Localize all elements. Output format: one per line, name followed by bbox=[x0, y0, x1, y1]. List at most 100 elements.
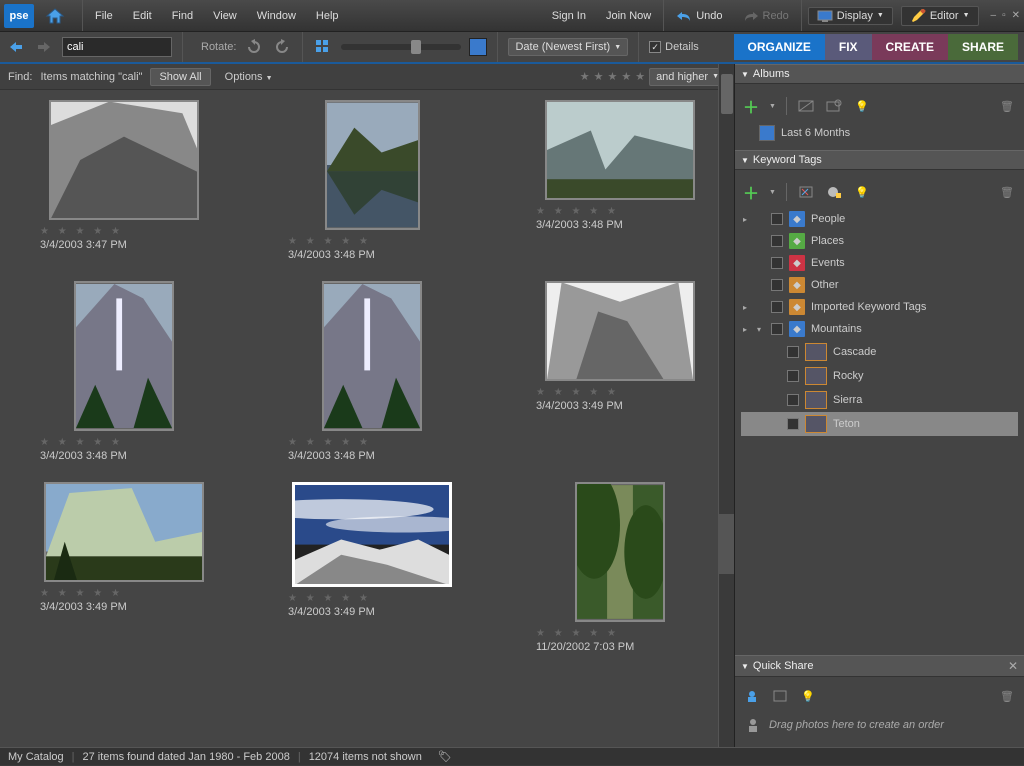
minimize-button[interactable]: – bbox=[991, 10, 997, 21]
thumbnail-item[interactable]: ★ ★ ★ ★ ★ 3/4/2003 3:47 PM bbox=[30, 100, 218, 261]
tag-category[interactable]: ◆Other bbox=[741, 274, 1018, 296]
nav-back-button[interactable] bbox=[6, 38, 26, 56]
joinnow-link[interactable]: Join Now bbox=[596, 10, 661, 22]
sort-dropdown[interactable]: Date (Newest First)▼ bbox=[508, 38, 628, 56]
tip-icon[interactable]: 💡 bbox=[853, 183, 871, 201]
thumbnail-item[interactable]: ★ ★ ★ ★ ★ 3/4/2003 3:48 PM bbox=[526, 100, 714, 261]
tag-checkbox[interactable] bbox=[771, 323, 783, 335]
thumbnail-image[interactable] bbox=[49, 100, 199, 220]
rotate-left-button[interactable] bbox=[244, 37, 264, 57]
show-all-button[interactable]: Show All bbox=[150, 68, 210, 86]
menu-view[interactable]: View bbox=[203, 10, 247, 22]
undo-button[interactable]: Undo bbox=[666, 10, 732, 22]
menu-help[interactable]: Help bbox=[306, 10, 349, 22]
share-edit-icon[interactable] bbox=[771, 687, 789, 705]
tab-fix[interactable]: FIX bbox=[825, 34, 872, 60]
keywords-panel-header[interactable]: ▼Keyword Tags bbox=[735, 150, 1024, 170]
tag-edit-icon[interactable] bbox=[797, 183, 815, 201]
tag-checkbox[interactable] bbox=[771, 257, 783, 269]
thumbnail-item[interactable]: ★ ★ ★ ★ ★ 11/20/2002 7:03 PM bbox=[526, 482, 714, 653]
rating-stars[interactable]: ★ ★ ★ ★ ★ bbox=[288, 437, 466, 448]
grid-view-button[interactable] bbox=[313, 37, 333, 57]
tag-checkbox[interactable] bbox=[787, 418, 799, 430]
status-tag-icon[interactable]: 🏷 bbox=[436, 748, 454, 766]
delete-tag-button[interactable]: 🗑 bbox=[998, 183, 1016, 201]
tag-checkbox[interactable] bbox=[771, 301, 783, 313]
add-album-button[interactable]: ＋ bbox=[743, 94, 759, 118]
tag-item[interactable]: Teton bbox=[741, 412, 1018, 436]
details-checkbox[interactable]: ✓Details bbox=[649, 41, 699, 53]
rating-stars[interactable]: ★ ★ ★ ★ ★ bbox=[536, 206, 714, 217]
rating-stars[interactable]: ★ ★ ★ ★ ★ bbox=[536, 387, 714, 398]
tag-category[interactable]: ▸▾◆Mountains bbox=[741, 318, 1018, 340]
menu-edit[interactable]: Edit bbox=[123, 10, 162, 22]
tag-face-icon[interactable] bbox=[825, 183, 843, 201]
rating-stars[interactable]: ★ ★ ★ ★ ★ bbox=[288, 236, 466, 247]
menu-find[interactable]: Find bbox=[162, 10, 203, 22]
menu-window[interactable]: Window bbox=[247, 10, 306, 22]
thumbnail-image[interactable] bbox=[545, 281, 695, 381]
album-find-icon[interactable] bbox=[825, 97, 843, 115]
rating-dropdown[interactable]: and higher▼ bbox=[649, 68, 726, 86]
tag-checkbox[interactable] bbox=[771, 279, 783, 291]
rating-stars[interactable]: ★ ★ ★ ★ ★ bbox=[288, 593, 466, 604]
search-input[interactable] bbox=[62, 37, 172, 57]
rating-stars[interactable]: ★ ★ ★ ★ ★ bbox=[40, 588, 218, 599]
vertical-scrollbar[interactable] bbox=[718, 64, 734, 747]
tag-checkbox[interactable] bbox=[787, 370, 799, 382]
tip-icon[interactable]: 💡 bbox=[853, 97, 871, 115]
tag-checkbox[interactable] bbox=[787, 394, 799, 406]
thumbnail-item[interactable]: ★ ★ ★ ★ ★ 3/4/2003 3:49 PM bbox=[30, 482, 218, 653]
thumbnail-item[interactable]: ★ ★ ★ ★ ★ 3/4/2003 3:49 PM bbox=[278, 482, 466, 653]
rating-stars[interactable]: ★ ★ ★ ★ ★ bbox=[536, 628, 714, 639]
thumbnail-image[interactable] bbox=[575, 482, 665, 622]
album-edit-icon[interactable] bbox=[797, 97, 815, 115]
thumbnail-image[interactable] bbox=[292, 482, 452, 587]
thumbnail-image[interactable] bbox=[74, 281, 174, 431]
thumbnail-size-slider[interactable] bbox=[341, 44, 461, 50]
tag-checkbox[interactable] bbox=[787, 346, 799, 358]
clear-share-button[interactable]: 🗑 bbox=[998, 687, 1016, 705]
maximize-button[interactable]: ▫ bbox=[1002, 10, 1006, 21]
options-dropdown[interactable]: Options ▼ bbox=[219, 69, 279, 85]
tag-checkbox[interactable] bbox=[771, 213, 783, 225]
tag-category[interactable]: ◆Events bbox=[741, 252, 1018, 274]
tab-create[interactable]: CREATE bbox=[872, 34, 948, 60]
rating-stars[interactable]: ★ ★ ★ ★ ★ bbox=[40, 437, 218, 448]
thumbnail-item[interactable]: ★ ★ ★ ★ ★ 3/4/2003 3:48 PM bbox=[30, 281, 218, 462]
tag-checkbox[interactable] bbox=[771, 235, 783, 247]
nav-forward-button[interactable] bbox=[34, 38, 54, 56]
thumbnail-item[interactable]: ★ ★ ★ ★ ★ 3/4/2003 3:48 PM bbox=[278, 100, 466, 261]
add-tag-button[interactable]: ＋ bbox=[743, 180, 759, 204]
thumbnail-image[interactable] bbox=[325, 100, 420, 230]
albums-panel-header[interactable]: ▼Albums bbox=[735, 64, 1024, 84]
thumbnail-grid[interactable]: ★ ★ ★ ★ ★ 3/4/2003 3:47 PM ★ ★ ★ ★ ★ 3/4… bbox=[0, 90, 734, 747]
rotate-right-button[interactable] bbox=[272, 37, 292, 57]
delete-album-button[interactable]: 🗑 bbox=[998, 97, 1016, 115]
display-dropdown[interactable]: Display▼ bbox=[808, 7, 893, 25]
thumbnail-item[interactable]: ★ ★ ★ ★ ★ 3/4/2003 3:48 PM bbox=[278, 281, 466, 462]
thumbnail-image[interactable] bbox=[545, 100, 695, 200]
tab-organize[interactable]: ORGANIZE bbox=[734, 34, 825, 60]
thumbnail-image[interactable] bbox=[44, 482, 204, 582]
thumbnail-image[interactable] bbox=[322, 281, 422, 431]
signin-link[interactable]: Sign In bbox=[542, 10, 596, 22]
share-person-icon[interactable] bbox=[743, 687, 761, 705]
tag-item[interactable]: Sierra bbox=[741, 388, 1018, 412]
album-item[interactable]: Last 6 Months bbox=[741, 122, 1018, 144]
close-button[interactable]: ✕ bbox=[1012, 10, 1020, 21]
close-quickshare-button[interactable]: ✕ bbox=[1008, 659, 1018, 673]
menu-file[interactable]: File bbox=[85, 10, 123, 22]
thumbnail-item[interactable]: ★ ★ ★ ★ ★ 3/4/2003 3:49 PM bbox=[526, 281, 714, 462]
rating-stars[interactable]: ★ ★ ★ ★ ★ bbox=[40, 226, 218, 237]
tag-item[interactable]: Cascade bbox=[741, 340, 1018, 364]
tab-share[interactable]: SHARE bbox=[948, 34, 1018, 60]
star-filter[interactable]: ★★★★★ and higher▼ bbox=[580, 68, 726, 86]
redo-button[interactable]: Redo bbox=[733, 10, 799, 22]
home-button[interactable] bbox=[40, 4, 70, 28]
editor-dropdown[interactable]: Editor▼ bbox=[901, 6, 979, 26]
tag-category[interactable]: ▸◆People bbox=[741, 208, 1018, 230]
quickshare-panel-header[interactable]: ▼Quick Share ✕ bbox=[735, 655, 1024, 677]
single-view-button[interactable] bbox=[469, 38, 487, 56]
tip-icon[interactable]: 💡 bbox=[799, 687, 817, 705]
